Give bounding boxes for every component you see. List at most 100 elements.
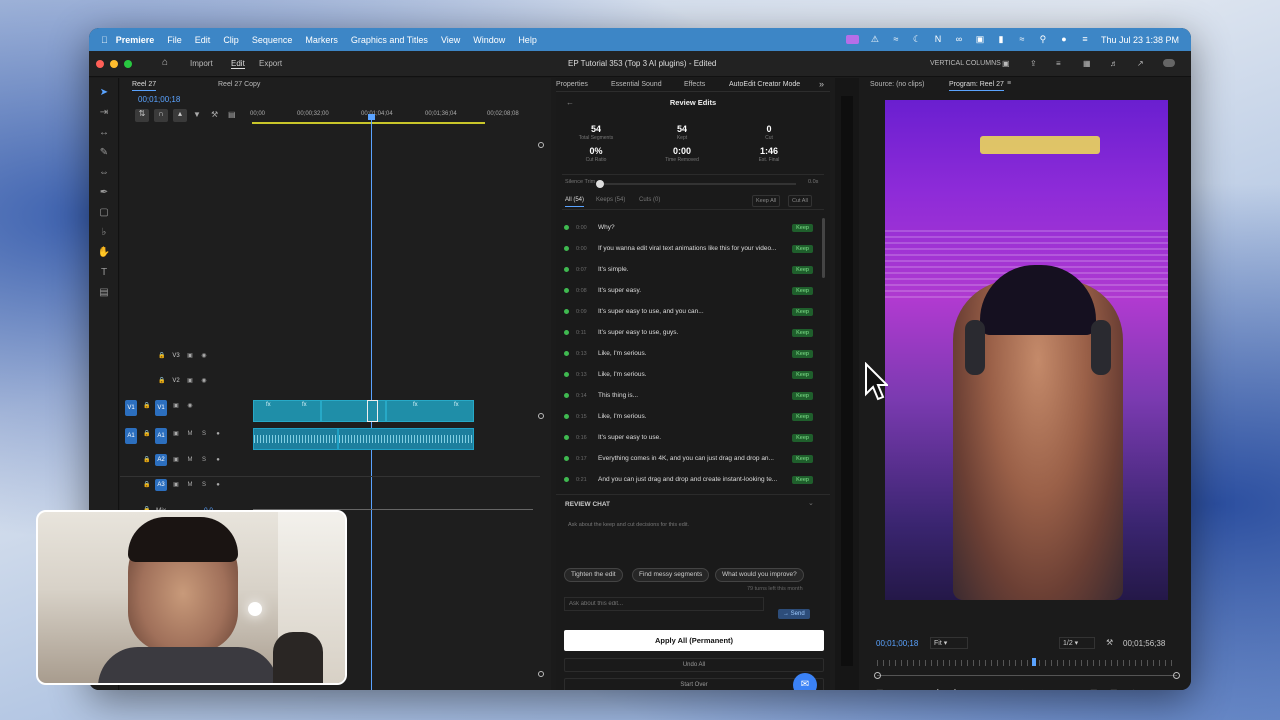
keep-badge[interactable]: Keep bbox=[792, 391, 813, 400]
razor-icon[interactable]: ✎ bbox=[97, 146, 111, 160]
menu-markers[interactable]: Markers bbox=[305, 35, 338, 45]
search-icon[interactable]: ⚲ bbox=[1038, 35, 1048, 44]
keep-badge[interactable]: Keep bbox=[792, 265, 813, 274]
keep-badge[interactable]: Keep bbox=[792, 286, 813, 295]
filter-keeps[interactable]: Keeps (54) bbox=[596, 197, 625, 203]
keep-badge[interactable]: Keep bbox=[792, 307, 813, 316]
start-over-button[interactable]: Start Over bbox=[564, 678, 824, 690]
list-item[interactable]: 0:13 Like, I'm serious. Keep bbox=[556, 364, 821, 385]
time-ruler[interactable]: 00;00 00;00;32;00 00;01;04;04 00;01;36;0… bbox=[250, 108, 535, 128]
tab-properties[interactable]: Properties bbox=[556, 81, 588, 88]
volume-icon[interactable]: ♬ bbox=[1110, 59, 1118, 68]
tab-reel-27[interactable]: Reel 27 bbox=[132, 81, 157, 91]
zoom-handle-right[interactable] bbox=[1173, 672, 1180, 679]
layout-icon[interactable]: ≡ bbox=[1056, 59, 1061, 68]
filter-all[interactable]: All (54) bbox=[565, 197, 585, 207]
mic-icon[interactable]: ● bbox=[212, 454, 224, 466]
filter-cuts[interactable]: Cuts (0) bbox=[639, 197, 660, 203]
monitor-playhead[interactable] bbox=[1032, 658, 1036, 666]
menu-graphics[interactable]: Graphics and Titles bbox=[351, 35, 428, 45]
step-back-icon[interactable]: ◀ bbox=[1003, 688, 1009, 690]
track-name-a3[interactable]: A3 bbox=[155, 479, 167, 491]
menu-view[interactable]: View bbox=[441, 35, 460, 45]
apple-icon[interactable]:  bbox=[101, 35, 108, 45]
safe-margins-icon[interactable]: ▦ bbox=[876, 688, 884, 690]
eye-icon[interactable]: ◉ bbox=[198, 375, 210, 387]
list-item[interactable]: 0:00 If you wanna edit viral text animati… bbox=[556, 238, 821, 259]
mute-icon[interactable]: M bbox=[184, 479, 196, 491]
chevron-down-icon[interactable]: ▾ bbox=[891, 688, 895, 690]
clip-selection[interactable] bbox=[367, 400, 378, 422]
lock-icon[interactable]: 🔒 bbox=[156, 375, 168, 387]
sync-icon[interactable]: ▣ bbox=[170, 479, 182, 491]
mic-icon[interactable]: ● bbox=[212, 479, 224, 491]
video-clip[interactable]: fx fx bbox=[253, 400, 321, 422]
scroll-handle-top[interactable] bbox=[538, 142, 544, 148]
zoom-handle-left[interactable] bbox=[874, 672, 881, 679]
list-scrollbar[interactable] bbox=[822, 218, 825, 278]
ripple-edit-icon[interactable]: ↔ bbox=[97, 126, 111, 140]
wrench-icon[interactable]: ⚒ bbox=[211, 110, 218, 119]
solo-icon[interactable]: S bbox=[198, 479, 210, 491]
scroll-handle-bottom[interactable] bbox=[538, 671, 544, 677]
list-item[interactable]: 0:17 Everything comes in 4K, and you can … bbox=[556, 448, 821, 469]
share-icon[interactable]: ⇪ bbox=[1030, 59, 1037, 68]
sync-icon[interactable]: ▣ bbox=[170, 400, 182, 412]
keep-badge[interactable]: Keep bbox=[792, 475, 813, 484]
add-marker-icon[interactable]: ▼ bbox=[916, 688, 924, 690]
link-icon[interactable]: ∞ bbox=[954, 35, 964, 44]
nest-toggle-icon[interactable]: ⇅ bbox=[135, 109, 149, 122]
keep-all-button[interactable]: Keep All bbox=[752, 195, 781, 207]
menu-edit[interactable]: Edit bbox=[195, 35, 211, 45]
wave-icon[interactable]: ≈ bbox=[891, 35, 901, 44]
slider-knob[interactable] bbox=[596, 180, 604, 188]
display-icon[interactable]: ▣ bbox=[975, 35, 985, 44]
type-icon[interactable]: T bbox=[97, 266, 111, 280]
camera-icon[interactable]: ◉ bbox=[1130, 688, 1137, 690]
cut-all-button[interactable]: Cut All bbox=[788, 195, 812, 207]
more-icon[interactable]: » bbox=[1154, 688, 1158, 690]
siri-icon[interactable]: ● bbox=[1059, 35, 1069, 44]
slip-icon[interactable]: ⇔ bbox=[97, 166, 111, 180]
pen-icon[interactable]: ✒ bbox=[97, 186, 111, 200]
sync-icon[interactable]: ▣ bbox=[170, 428, 182, 440]
mini-ruler[interactable] bbox=[877, 660, 1177, 666]
linked-selection-icon[interactable]: ▴ bbox=[173, 109, 187, 122]
source-patch-a1[interactable]: A1 bbox=[125, 428, 137, 444]
sync-icon[interactable]: ▣ bbox=[184, 350, 196, 362]
remix-icon[interactable]: ♭ bbox=[97, 226, 111, 240]
keep-badge[interactable]: Keep bbox=[792, 370, 813, 379]
chat-bubble-icon[interactable]: ✉ bbox=[793, 673, 817, 690]
tab-edit[interactable]: Edit bbox=[231, 59, 245, 69]
solo-icon[interactable]: S bbox=[198, 428, 210, 440]
zoom-window-button[interactable] bbox=[124, 60, 132, 68]
avatar[interactable] bbox=[1163, 59, 1175, 67]
notion-icon[interactable]: N bbox=[933, 35, 943, 44]
close-window-button[interactable] bbox=[96, 60, 104, 68]
go-to-out-icon[interactable]: ⇥ bbox=[1061, 688, 1068, 690]
mark-in-icon[interactable]: { bbox=[936, 688, 939, 690]
menu-sequence[interactable]: Sequence bbox=[252, 35, 293, 45]
tab-source[interactable]: Source: (no clips) bbox=[870, 81, 924, 88]
tab-export[interactable]: Export bbox=[259, 59, 282, 68]
chat-input[interactable] bbox=[564, 597, 764, 611]
sync-icon[interactable]: ▣ bbox=[184, 375, 196, 387]
menu-help[interactable]: Help bbox=[518, 35, 537, 45]
tab-effects[interactable]: Effects bbox=[684, 81, 705, 88]
menu-clip[interactable]: Clip bbox=[223, 35, 239, 45]
control-center-icon[interactable]: ≡ bbox=[1080, 35, 1090, 44]
step-forward-icon[interactable]: ▶ bbox=[1042, 688, 1048, 690]
list-item[interactable]: 0:14 This thing is... Keep bbox=[556, 385, 821, 406]
battery-icon[interactable]: ▮ bbox=[996, 35, 1006, 44]
keep-badge[interactable]: Keep bbox=[792, 454, 813, 463]
caption-icon[interactable]: ▤ bbox=[97, 286, 111, 300]
warning-icon[interactable]: ⚠ bbox=[870, 35, 880, 44]
snap-icon[interactable]: ∩ bbox=[154, 109, 168, 122]
selection-tool-icon[interactable]: ➤ bbox=[97, 86, 111, 100]
list-item[interactable]: 0:15 Like, I'm serious. Keep bbox=[556, 406, 821, 427]
list-item[interactable]: 0:09 It's super easy to use, and you can.… bbox=[556, 301, 821, 322]
tab-import[interactable]: Import bbox=[190, 59, 213, 68]
home-icon[interactable]: ⌂ bbox=[162, 57, 168, 68]
play-icon[interactable]: ▶ bbox=[1022, 688, 1028, 690]
list-item[interactable]: 0:07 It's simple. Keep bbox=[556, 259, 821, 280]
